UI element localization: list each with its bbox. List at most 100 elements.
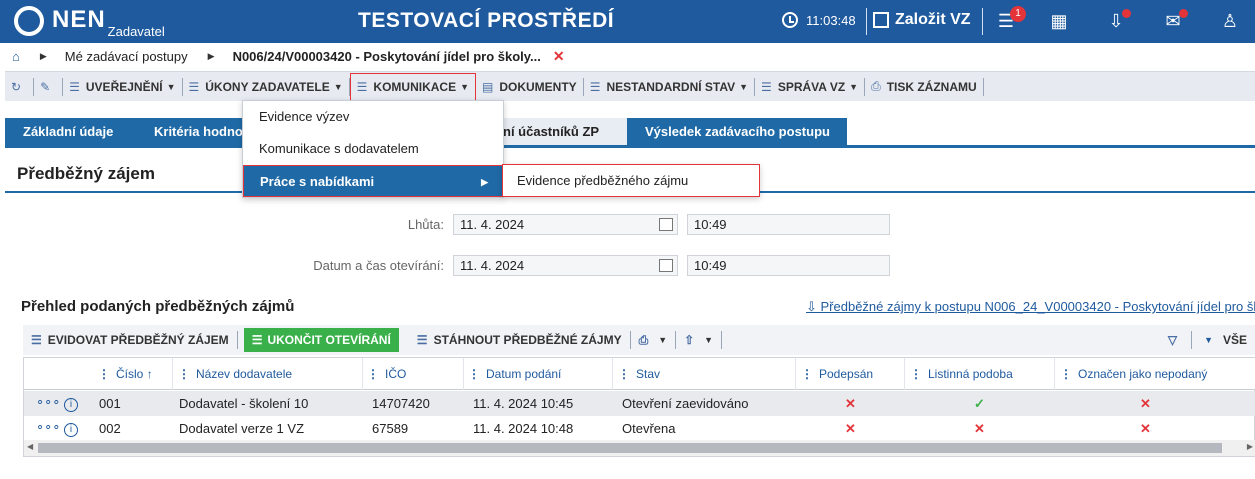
horizontal-scrollbar[interactable]: ◀ ▶ — [24, 440, 1255, 456]
cell-cislo: 002 — [99, 421, 121, 436]
filter-button[interactable]: ▽ — [1160, 333, 1191, 347]
filter-icon: ▽ — [1167, 333, 1178, 347]
cell-datum: 11. 4. 2024 10:45 — [473, 396, 574, 411]
list-icon: ☰ — [589, 79, 601, 94]
uverejneni-label: UVEŘEJNĚNÍ — [85, 79, 163, 94]
menu-item-evidence-predbezneho-zajmu[interactable]: Evidence předběžného zájmu — [502, 164, 760, 197]
home-icon[interactable]: ⌂ — [12, 49, 20, 64]
uverejneni-menu[interactable]: ☰ UVEŘEJNĚNÍ ▼ — [63, 74, 181, 100]
column-divider — [172, 358, 173, 390]
scrollbar-thumb[interactable] — [38, 443, 1222, 453]
nestandardni-label: NESTANDARDNÍ STAV — [606, 79, 736, 94]
refresh-icon: ↻ — [11, 79, 22, 94]
menu-item-prace-nabidky[interactable]: Práce s nabídkami ▶ — [243, 165, 503, 197]
tab-vysledek[interactable]: Výsledek zadávacího postupu — [627, 118, 847, 146]
edit-icon — [873, 12, 889, 28]
calendar-icon[interactable] — [659, 218, 673, 231]
close-icon[interactable]: ✕ — [553, 48, 565, 65]
lhuta-time-field[interactable]: 10:49 — [687, 214, 890, 235]
info-icon[interactable]: i — [64, 395, 78, 412]
export-link[interactable]: ⇩ Předběžné zájmy k postupu N006_24_V000… — [806, 299, 1255, 315]
view-select[interactable]: ▼ VŠE — [1192, 333, 1255, 347]
komunikace-menu[interactable]: ☰ KOMUNIKACE ▼ — [349, 72, 476, 101]
printer-icon: ⎙ — [871, 79, 881, 93]
cell-stav: Otevřena — [622, 421, 676, 436]
upload-icon: ⇧ — [684, 333, 695, 347]
tab-kriteria[interactable]: Kritéria hodno — [136, 118, 256, 146]
caret-down-icon: ▼ — [849, 81, 859, 92]
menu-item-komunikace-dodavatel[interactable]: Komunikace s dodavatelem — [243, 133, 503, 165]
komunikace-label: KOMUNIKACE — [373, 79, 457, 94]
otevreni-label: Datum a čas otevírání: — [313, 258, 444, 273]
column-divider — [795, 358, 796, 390]
divider — [721, 331, 723, 349]
column-header-ico[interactable]: ⋮ IČO — [367, 367, 406, 381]
data-grid: ⋮ Číslo ↑ ⋮ Název dodavatele ⋮ IČO ⋮ Datum p… — [23, 357, 1255, 457]
caret-down-icon: ▼ — [333, 81, 343, 92]
menu-item-evidence-vyzev[interactable]: Evidence výzev — [243, 101, 503, 133]
lhuta-date-field[interactable]: 11. 4. 2024 — [453, 214, 678, 235]
list-icon: ☰ — [761, 79, 772, 94]
info-icon[interactable]: i — [64, 420, 78, 437]
ukoncit-button[interactable]: ☰ UKONČIT OTEVÍRÁNÍ — [243, 328, 399, 352]
new-vz-label: Založit VZ — [895, 11, 971, 28]
download-icon: ⇩ — [806, 299, 821, 314]
calendar-icon[interactable] — [659, 259, 673, 272]
logo[interactable]: NEN Zadavatel — [14, 6, 165, 39]
breadcrumb-item-current[interactable]: N006/24/V00003420 - Poskytování jídel pr… — [233, 49, 541, 64]
column-header-listinna[interactable]: ⋮ Listinná podoba — [910, 367, 1013, 381]
list-icon: ☰ — [188, 79, 200, 94]
document-icon: ▤ — [482, 79, 494, 94]
refresh-button[interactable]: ↻ — [5, 74, 33, 100]
user-icon[interactable]: ♙ — [1219, 11, 1241, 31]
row-menu-icon[interactable]: ∘∘∘ — [36, 419, 60, 435]
evidovat-button[interactable]: ☰ EVIDOVAT PŘEDBĚŽNÝ ZÁJEM — [23, 333, 237, 347]
table-row[interactable]: ∘∘∘ i 001 Dodavatel - školení 10 1470742… — [24, 391, 1255, 416]
ukony-menu[interactable]: ☰ ÚKONY ZADAVATELE ▼ — [183, 74, 349, 100]
stahnout-button[interactable]: ☰ STÁHNOUT PŘEDBĚŽNÉ ZÁJMY — [409, 333, 630, 347]
otevreni-date-field[interactable]: 11. 4. 2024 — [453, 255, 678, 276]
logo-text: NEN — [52, 6, 106, 33]
tab-strip: Základní údaje Kritéria hodno ní účastní… — [5, 118, 1255, 146]
cell-nazev: Dodavatel - školení 10 — [179, 396, 309, 411]
inbox-dot — [1122, 9, 1131, 18]
breadcrumb-item-my-procedures[interactable]: Mé zadávací postupy — [65, 49, 188, 64]
sort-asc-icon: ↑ — [146, 367, 153, 381]
caret-down-icon: ▼ — [460, 81, 469, 92]
check-icon: ✓ — [974, 396, 985, 411]
column-header-oznacen[interactable]: ⋮ Označen jako nepodaný — [1060, 367, 1207, 381]
tisk-button[interactable]: ⎙ TISK ZÁZNAMU — [865, 74, 983, 100]
table-row[interactable]: ∘∘∘ i 002 Dodavatel verze 1 VZ 67589 11.… — [24, 416, 1255, 441]
tab-ucastniku[interactable]: ní účastníků ZP — [487, 118, 627, 146]
section-title: Předběžný zájem — [17, 164, 155, 183]
scroll-right-icon[interactable]: ▶ — [1247, 442, 1253, 451]
edit-button[interactable]: ✎ — [34, 74, 62, 100]
list-icon: ☰ — [69, 79, 80, 94]
column-header-podepsan[interactable]: ⋮ Podepsán — [801, 367, 873, 381]
column-header-cislo[interactable]: ⋮ Číslo ↑ — [98, 367, 153, 381]
dokumenty-button[interactable]: ▤ DOKUMENTY — [476, 74, 583, 100]
export-menu[interactable]: ⇧ ▼ — [676, 333, 721, 347]
calculator-icon[interactable]: ▦ — [1048, 11, 1070, 31]
tab-zakladni-udaje[interactable]: Základní údaje — [5, 118, 140, 146]
cell-stav: Otevření zaevidováno — [622, 396, 749, 411]
divider — [982, 77, 984, 96]
new-vz-button[interactable]: Založit VZ — [873, 11, 971, 29]
print-menu[interactable]: ⎙ ▼ — [631, 333, 676, 348]
column-divider — [1054, 358, 1055, 390]
otevreni-time-field[interactable]: 10:49 — [687, 255, 890, 276]
column-header-stav[interactable]: ⋮ Stav — [618, 367, 660, 381]
column-header-datum[interactable]: ⋮ Datum podání — [468, 367, 561, 381]
list-icon: ☰ — [356, 79, 368, 94]
scroll-left-icon[interactable]: ◀ — [27, 442, 33, 451]
list-icon: ☰ — [251, 333, 263, 347]
session-clock: 11:03:48 — [782, 12, 856, 28]
nestandardni-menu[interactable]: ☰ NESTANDARDNÍ STAV ▼ — [584, 74, 754, 100]
row-menu-icon[interactable]: ∘∘∘ — [36, 394, 60, 410]
cell-ico: 67589 — [372, 421, 409, 436]
sprava-menu[interactable]: ☰ SPRÁVA VZ ▼ — [755, 74, 864, 100]
caret-down-icon: ▼ — [166, 81, 176, 92]
cell-ico: 14707420 — [372, 396, 430, 411]
mail-dot — [1179, 9, 1188, 18]
column-header-nazev[interactable]: ⋮ Název dodavatele — [178, 367, 292, 381]
